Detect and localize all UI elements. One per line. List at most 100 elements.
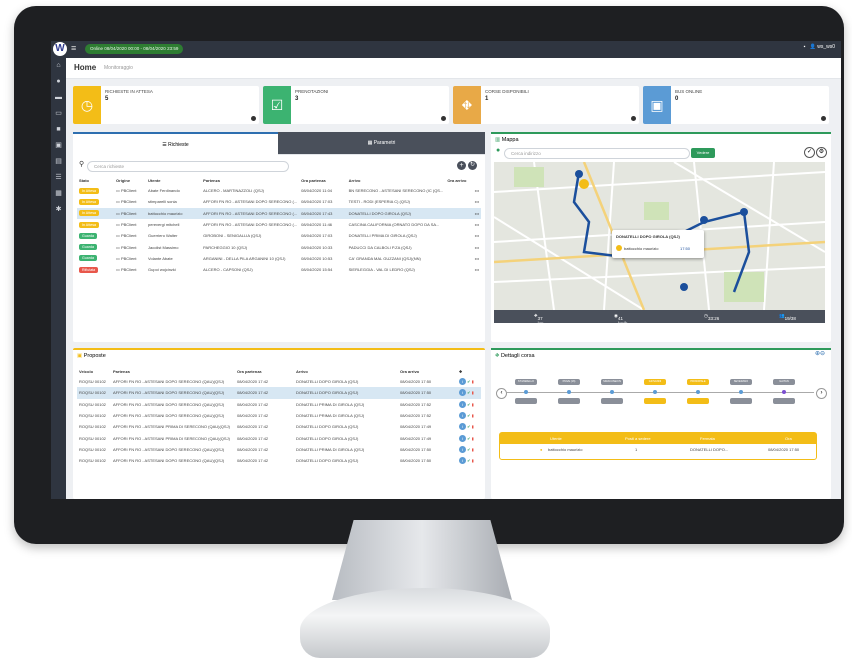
- calendar-icon[interactable]: ▦: [51, 186, 66, 202]
- more-icon[interactable]: •••: [473, 185, 481, 196]
- truck-icon[interactable]: ■: [51, 122, 66, 138]
- add-icon[interactable]: +: [457, 161, 466, 170]
- info-icon[interactable]: i: [459, 457, 466, 465]
- more-icon[interactable]: •••: [473, 241, 481, 252]
- accept-icon[interactable]: ✔: [467, 390, 470, 395]
- col-arrivo[interactable]: Arrivo: [294, 366, 398, 376]
- passenger-row[interactable]: ● battocchio maurizio 1 DONATELLI DOPO..…: [500, 444, 816, 456]
- table-row[interactable]: Guarda ▭ PBClient Jacolist Massimo PARCHEGG…: [77, 241, 481, 252]
- stop-marker[interactable]: [782, 390, 786, 394]
- table-row[interactable]: ROQSU 00102 AFFORI FN RO - ASTESANI DOPO …: [77, 444, 481, 455]
- accept-icon[interactable]: ✔: [467, 436, 470, 441]
- card-prenotazioni[interactable]: ☑ PRENOTAZIONI 3: [263, 86, 449, 124]
- file-icon[interactable]: ▤: [51, 154, 66, 170]
- table-row[interactable]: In Attesa ▭ PBClient Abate Ferdinando ALCER…: [77, 185, 481, 196]
- accept-icon[interactable]: ✔: [467, 424, 470, 429]
- user-name[interactable]: ws_ws0: [817, 44, 835, 50]
- search-input[interactable]: Cerca richieste: [87, 161, 289, 172]
- accept-icon[interactable]: ✔: [467, 402, 470, 407]
- table-row[interactable]: Guarda ▭ PBClient Guerriero Walter GIROBONI…: [77, 230, 481, 241]
- stop-marker[interactable]: [567, 390, 571, 394]
- col-ora-arrivo[interactable]: Ora arrivo: [398, 366, 457, 376]
- more-icon[interactable]: •••: [473, 196, 481, 207]
- info-icon[interactable]: i: [459, 378, 466, 386]
- delete-icon[interactable]: ▮: [472, 447, 474, 452]
- home-icon[interactable]: ⌂: [51, 58, 66, 74]
- stop-label[interactable]: SIRACUSE/CN: [601, 379, 623, 385]
- col-partenza[interactable]: Partenza: [111, 366, 235, 376]
- notification-icon[interactable]: ▪: [804, 44, 806, 50]
- table-row[interactable]: Rifiutata ▭ PBClient Gupoi wojcinzki ALCERO…: [77, 264, 481, 275]
- more-icon[interactable]: •••: [472, 207, 481, 219]
- arrow-circle-icon[interactable]: [821, 116, 826, 121]
- next-stop-icon[interactable]: ›: [816, 388, 827, 399]
- map-popup[interactable]: DONATELLI DOPO GIROLA (QSJ) battocchio m…: [612, 230, 704, 258]
- accept-icon[interactable]: ✔: [467, 379, 470, 384]
- vedere-button[interactable]: Vedere: [691, 148, 715, 158]
- delete-icon[interactable]: ▮: [472, 390, 474, 395]
- col-partenza[interactable]: Partenza: [201, 175, 299, 185]
- check-circle-icon[interactable]: ✓: [804, 147, 815, 158]
- accept-icon[interactable]: ✔: [467, 458, 470, 463]
- table-row[interactable]: ROQSU 00102 AFFORI FN RO - ASTESANI DOPO …: [77, 399, 481, 410]
- delete-icon[interactable]: ▮: [472, 458, 474, 463]
- more-icon[interactable]: •••: [473, 264, 481, 275]
- stop-label[interactable]: ST.MARELLO: [515, 379, 537, 385]
- col-arrivo[interactable]: Arrivo: [347, 175, 446, 185]
- stop-marker[interactable]: [739, 390, 743, 394]
- more-icon[interactable]: •••: [473, 219, 481, 230]
- accept-icon[interactable]: ✔: [467, 447, 470, 452]
- document-icon[interactable]: ▭: [51, 106, 66, 122]
- stop-marker[interactable]: [524, 390, 528, 394]
- tickets-icon[interactable]: ▬: [51, 90, 66, 106]
- table-row[interactable]: ROQSU 00102 AFFORI FN RO - ASTESANI DOPO …: [77, 455, 481, 466]
- stop-marker[interactable]: [610, 390, 614, 394]
- table-row[interactable]: In Attesa ▭ PBClient stimparelli sonia AFFO…: [77, 196, 481, 207]
- more-icon[interactable]: •••: [473, 253, 481, 264]
- table-row[interactable]: Guarda ▭ PBClient Volante Abate ARGANINI - …: [77, 253, 481, 264]
- refresh-icon[interactable]: ↻: [468, 161, 477, 170]
- info-icon[interactable]: i: [459, 445, 466, 453]
- address-search-input[interactable]: Cerca indirizzo: [504, 148, 690, 159]
- info-icon[interactable]: i: [459, 400, 466, 408]
- info-icon[interactable]: i: [459, 423, 466, 431]
- settings-icon[interactable]: ✱: [51, 202, 66, 218]
- col-ora-partenza[interactable]: Ora partenza: [235, 366, 294, 376]
- col-veicolo[interactable]: Veicolo: [77, 366, 111, 376]
- info-icon[interactable]: i: [459, 389, 466, 397]
- table-row[interactable]: In Attesa ▭ PBClient battocchio maurizio AF…: [77, 207, 481, 219]
- delete-icon[interactable]: ▮: [472, 413, 474, 418]
- stop-label[interactable]: GIOVANNI: [644, 379, 666, 385]
- info-icon[interactable]: i: [459, 412, 466, 420]
- stop-label[interactable]: GAITAN: [773, 379, 795, 385]
- delete-icon[interactable]: ▮: [472, 436, 474, 441]
- table-row[interactable]: ROQSU 00102 AFFORI FN RO - ASTESANI DOPO …: [77, 387, 481, 399]
- accept-icon[interactable]: ✔: [467, 413, 470, 418]
- col-ora-arrivo[interactable]: Ora arrivo: [445, 175, 472, 185]
- col-utente[interactable]: Utente: [146, 175, 201, 185]
- col-origine[interactable]: Origine: [114, 175, 146, 185]
- card-corse[interactable]: ⛖ CORSE DISPONIBILI 1: [453, 86, 639, 124]
- list-icon[interactable]: ☰: [51, 170, 66, 186]
- delete-icon[interactable]: ▮: [472, 402, 474, 407]
- table-row[interactable]: ROQSU 00102 AFFORI FN RO - ASTESANI DOPO …: [77, 410, 481, 421]
- table-row[interactable]: ROQSU 00102 AFFORI FN RO - ASTESANI PRIMA…: [77, 421, 481, 432]
- table-row[interactable]: ROQSU 00102 AFFORI FN RO - ASTESANI PRIMA…: [77, 432, 481, 443]
- bus-nav-icon[interactable]: ▣: [51, 138, 66, 154]
- arrow-circle-icon[interactable]: [251, 116, 256, 121]
- card-bus[interactable]: ▣ BUS ONLINE 0: [643, 86, 829, 124]
- arrow-circle-icon[interactable]: [441, 116, 446, 121]
- info-icon[interactable]: i: [459, 434, 466, 442]
- more-icon[interactable]: •••: [473, 230, 481, 241]
- col-stato[interactable]: Stato: [77, 175, 114, 185]
- zoom-icons[interactable]: ⊕⊖: [815, 350, 825, 357]
- stop-label[interactable]: SEVERANO: [730, 379, 752, 385]
- arrow-circle-icon[interactable]: [631, 116, 636, 121]
- stop-marker[interactable]: [696, 390, 700, 394]
- table-row[interactable]: In Attesa ▭ PBClient perevergi mitchell AFF…: [77, 219, 481, 230]
- tab-richieste[interactable]: ☰ Richieste: [73, 132, 278, 156]
- settings-circle-icon[interactable]: ⚙: [816, 147, 827, 158]
- stop-marker[interactable]: [653, 390, 657, 394]
- map-canvas[interactable]: DONATELLI DOPO GIROLA (QSJ) battocchio m…: [494, 162, 825, 310]
- tab-parametri[interactable]: ▦ Parametri: [278, 132, 485, 154]
